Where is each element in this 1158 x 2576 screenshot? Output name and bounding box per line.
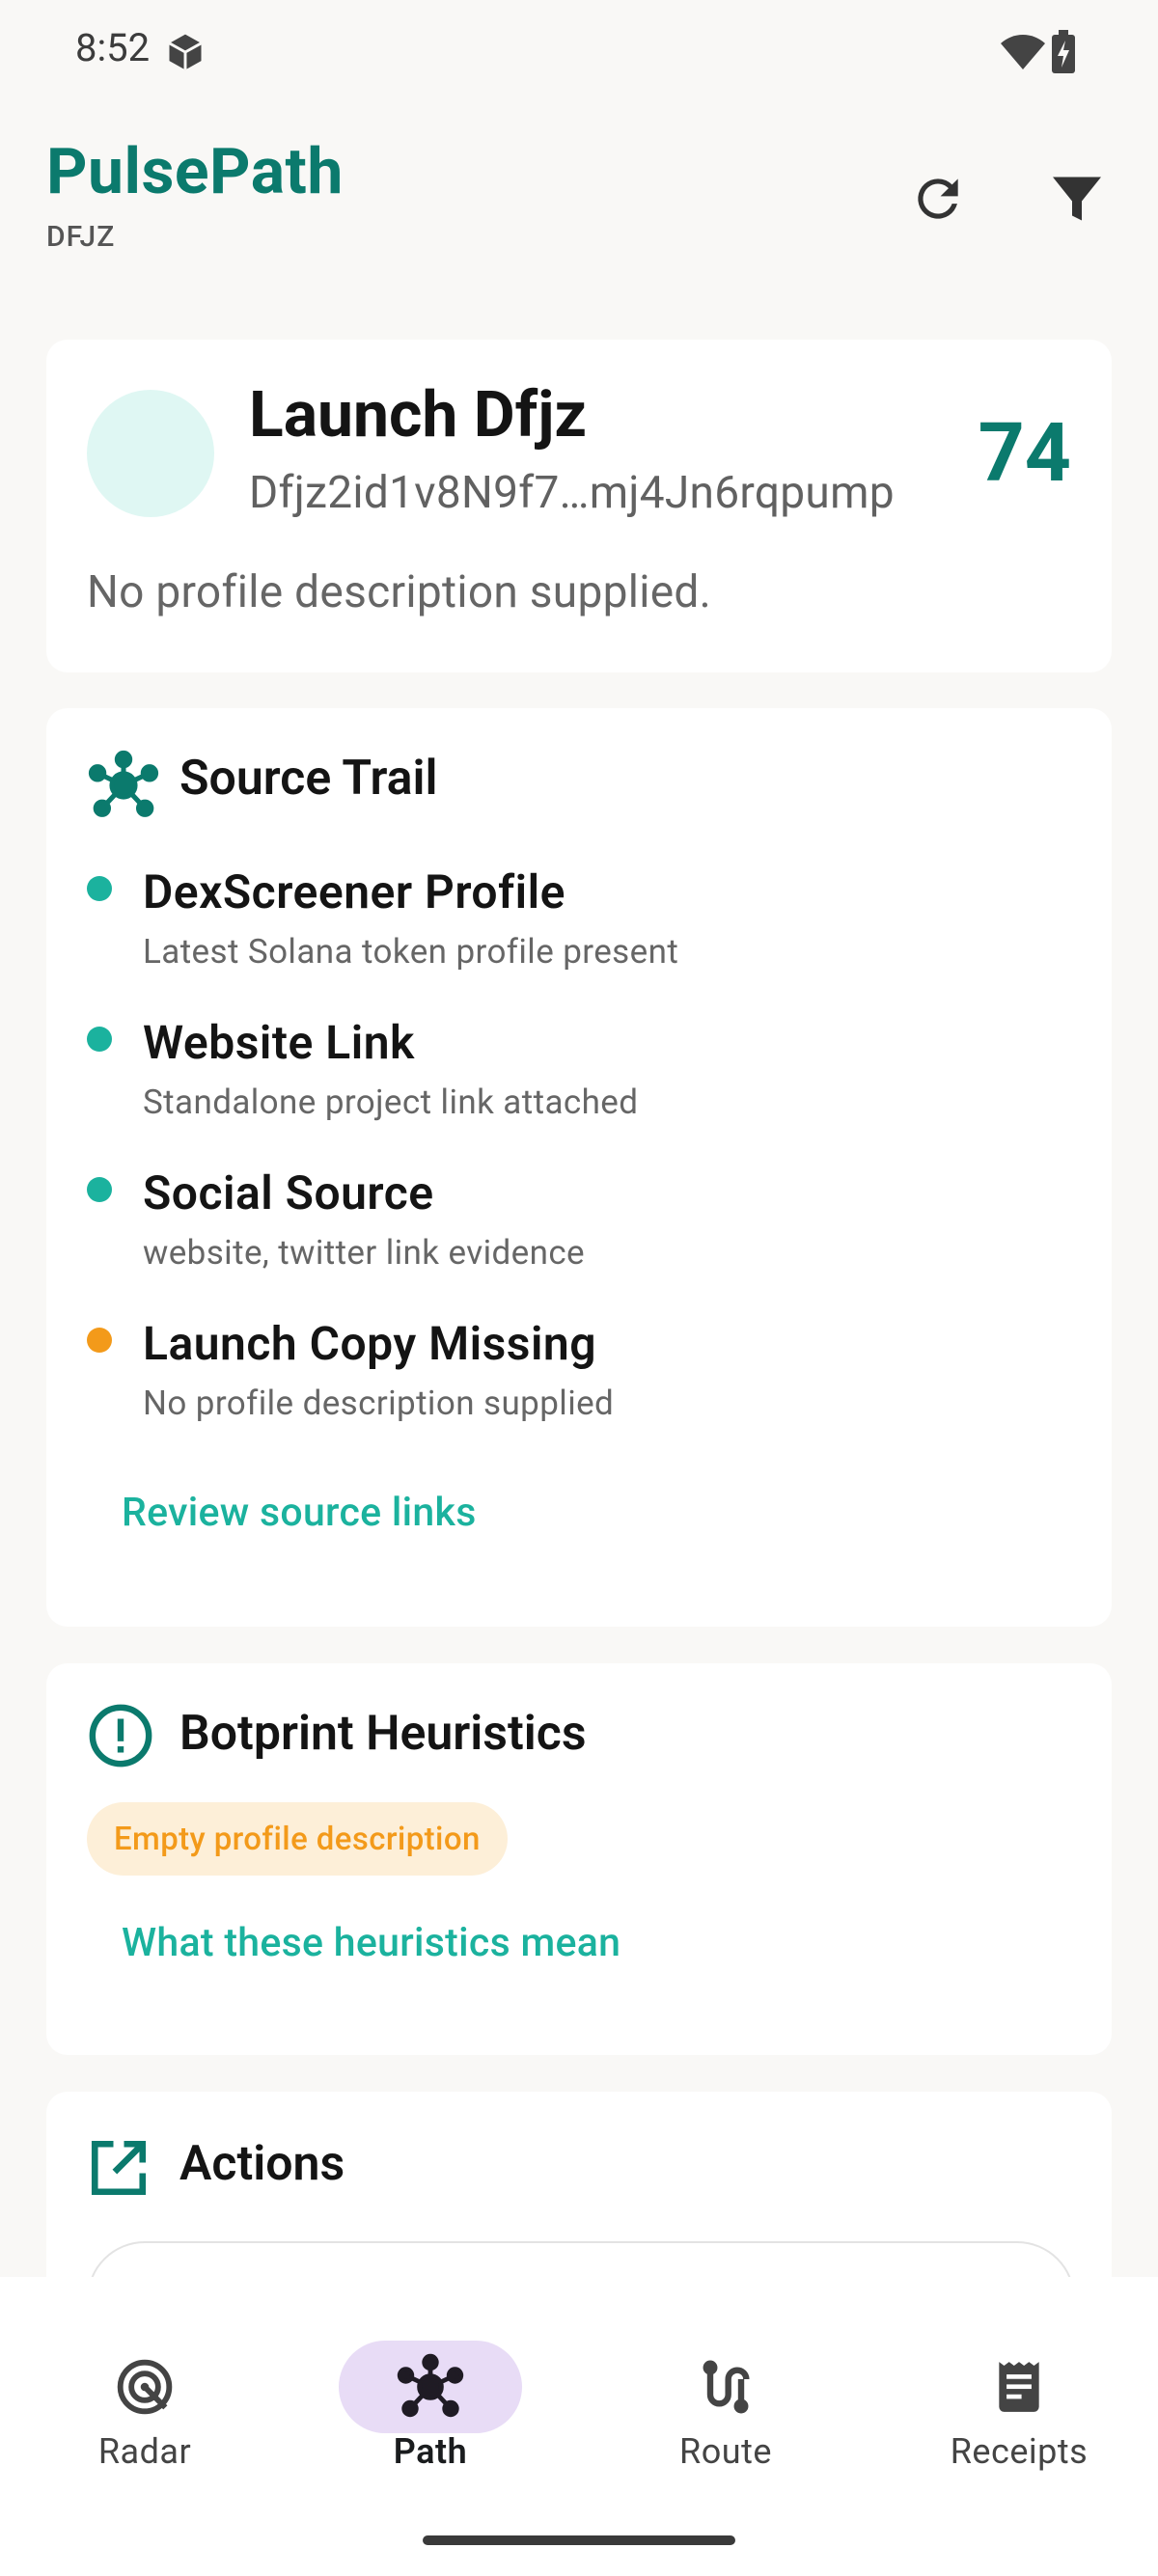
source-trail-card: Source Trail DexScreener Profile Latest … — [46, 708, 1112, 1627]
heuristics-title: Botprint Heuristics — [179, 1706, 587, 1762]
alert-circle-icon — [89, 1704, 152, 1768]
trail-item: DexScreener Profile Latest Solana token … — [46, 864, 1112, 1009]
avatar — [87, 390, 214, 517]
status-bar: 8:52 — [0, 0, 1158, 106]
hub-icon — [88, 750, 159, 817]
nav-item-radar[interactable]: Radar — [0, 2306, 290, 2499]
trail-item-title: Website Link — [143, 1015, 415, 1070]
filter-icon — [1053, 177, 1101, 221]
radar-icon — [117, 2359, 173, 2415]
app-title: PulsePath — [46, 135, 344, 209]
trail-item-subtitle: Latest Solana token profile present — [143, 932, 679, 972]
trail-item-subtitle: Standalone project link attached — [143, 1082, 639, 1122]
review-source-links-button[interactable]: Review source links — [122, 1490, 477, 1536]
actions-title: Actions — [179, 2136, 345, 2192]
trail-item: Social Source website, twitter link evid… — [46, 1165, 1112, 1310]
wifi-icon — [1001, 35, 1045, 69]
nav-icon-container — [634, 2341, 817, 2433]
token-ticker: DFJZ — [46, 220, 116, 254]
bottom-navigation: Radar Path Route Receipts — [0, 2277, 1158, 2576]
nav-item-path[interactable]: Path — [286, 2306, 575, 2499]
source-trail-title: Source Trail — [179, 751, 438, 807]
nav-icon-container — [927, 2341, 1111, 2433]
status-dot — [87, 1177, 112, 1202]
status-time: 8:52 — [75, 25, 151, 70]
hub-icon — [397, 2353, 464, 2418]
home-indicator[interactable] — [423, 2535, 735, 2545]
trail-item-title: Social Source — [143, 1165, 434, 1220]
nav-label: Radar — [97, 2431, 192, 2472]
trail-item-title: Launch Copy Missing — [143, 1316, 597, 1371]
heuristics-info-button[interactable]: What these heuristics mean — [122, 1920, 620, 1966]
nav-item-route[interactable]: Route — [581, 2306, 870, 2499]
heuristic-chip: Empty profile description — [87, 1802, 508, 1876]
profile-card: Launch Dfjz Dfjz2id1v8N9f7…mj4Jn6rqpump … — [46, 340, 1112, 672]
nav-label: Path — [393, 2431, 468, 2472]
token-address: Dfjz2id1v8N9f7…mj4Jn6rqpump — [249, 467, 895, 519]
refresh-icon — [918, 178, 958, 219]
filter-button[interactable] — [1034, 155, 1120, 242]
receipt-icon — [999, 2362, 1039, 2412]
trail-item: Website Link Standalone project link att… — [46, 1015, 1112, 1160]
trail-item-title: DexScreener Profile — [143, 864, 565, 919]
route-icon — [703, 2360, 750, 2414]
status-dot — [87, 876, 112, 901]
actions-card: Actions — [46, 2092, 1112, 2320]
notification-app-icon — [168, 34, 203, 70]
trail-item-subtitle: No profile description supplied — [143, 1384, 615, 1423]
score-value: 74 — [978, 405, 1071, 501]
profile-name: Launch Dfjz — [249, 378, 588, 452]
profile-description: No profile description supplied. — [87, 566, 712, 618]
refresh-button[interactable] — [895, 155, 981, 242]
trail-item: Launch Copy Missing No profile descripti… — [46, 1316, 1112, 1461]
nav-item-receipts[interactable]: Receipts — [874, 2306, 1158, 2499]
app-header: PulsePath DFJZ — [0, 116, 1158, 270]
status-dot — [87, 1027, 112, 1052]
nav-icon-container — [339, 2341, 522, 2433]
nav-label: Receipts — [950, 2431, 1089, 2472]
nav-icon-container — [53, 2341, 236, 2433]
status-dot — [87, 1328, 112, 1353]
nav-label: Route — [679, 2431, 772, 2472]
trail-item-subtitle: website, twitter link evidence — [143, 1233, 586, 1273]
battery-icon — [1052, 30, 1075, 73]
heuristics-card: Botprint Heuristics Empty profile descri… — [46, 1663, 1112, 2055]
open-external-icon — [91, 2140, 147, 2196]
